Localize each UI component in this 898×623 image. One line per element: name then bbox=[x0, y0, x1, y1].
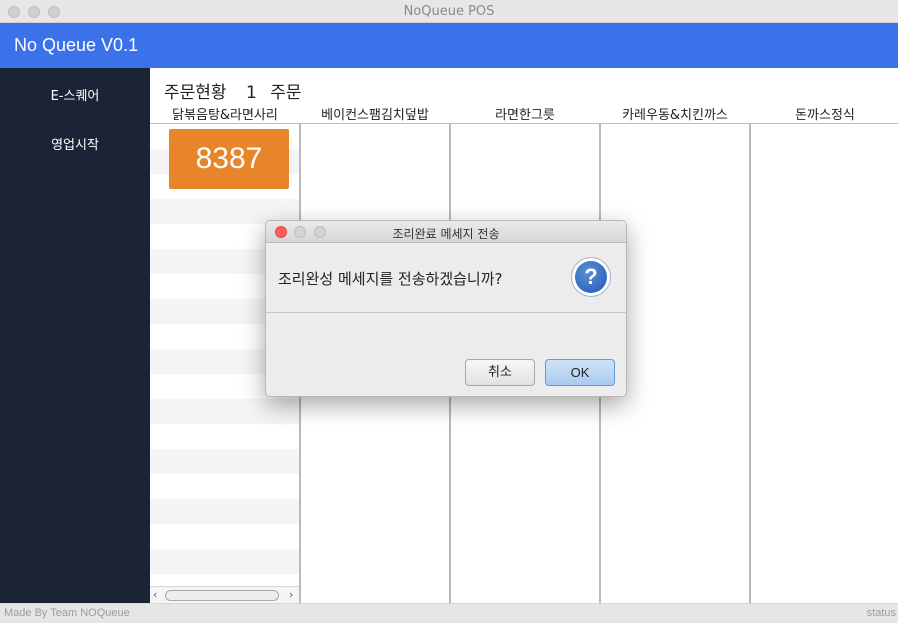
order-count: 1 bbox=[245, 83, 257, 103]
ok-button[interactable]: OK bbox=[545, 359, 615, 386]
app-header: No Queue V0.1 bbox=[0, 23, 898, 68]
scrollbar-thumb[interactable] bbox=[165, 590, 279, 601]
sidebar: E-스퀘어 영업시작 bbox=[0, 68, 150, 603]
dialog-title: 조리완료 메세지 전송 bbox=[392, 227, 500, 241]
horizontal-scrollbar[interactable]: ‹ › bbox=[150, 586, 299, 603]
scroll-left-icon[interactable]: ‹ bbox=[153, 588, 157, 601]
sidebar-item-open-business[interactable]: 영업시작 bbox=[0, 134, 150, 153]
column-header: 닭볶음탕&라면사리 bbox=[172, 108, 278, 123]
order-card[interactable]: 8387 bbox=[169, 129, 289, 189]
order-status-header: 주문현황 1 주문 bbox=[164, 78, 301, 103]
confirm-dialog: 조리완료 메세지 전송 조리완성 메세지를 전송하겠습니까? ? 취소 OK bbox=[265, 220, 627, 397]
order-count-unit: 주문 bbox=[270, 83, 302, 103]
dialog-titlebar: 조리완료 메세지 전송 bbox=[266, 221, 626, 243]
dialog-message: 조리완성 메세지를 전송하겠습니까? bbox=[278, 270, 503, 288]
window-titlebar: NoQueue POS bbox=[0, 0, 898, 23]
dialog-separator bbox=[266, 312, 626, 313]
cancel-button[interactable]: 취소 bbox=[465, 359, 535, 386]
order-status-label: 주문현황 bbox=[164, 83, 227, 103]
question-icon: ? bbox=[571, 257, 611, 297]
column-header: 돈까스정식 bbox=[795, 108, 855, 123]
column-header: 카레우동&치킨까스 bbox=[622, 108, 728, 123]
app-title: No Queue V0.1 bbox=[14, 35, 139, 55]
window-title: NoQueue POS bbox=[403, 4, 495, 19]
sidebar-item-store[interactable]: E-스퀘어 bbox=[0, 85, 150, 104]
status-bar: Made By Team NOQueue status bbox=[0, 603, 898, 623]
column-headers: 닭볶음탕&라면사리 베이컨스팸김치덮밥 라면한그릇 카레우동&치킨까스 돈까스정… bbox=[150, 103, 898, 124]
scroll-right-icon[interactable]: › bbox=[289, 588, 293, 601]
column-header: 베이컨스팸김치덮밥 bbox=[321, 108, 429, 123]
column-divider bbox=[749, 124, 751, 603]
column-header: 라면한그릇 bbox=[495, 108, 555, 123]
credits-text: Made By Team NOQueue bbox=[4, 607, 130, 619]
status-text: status bbox=[866, 607, 896, 619]
